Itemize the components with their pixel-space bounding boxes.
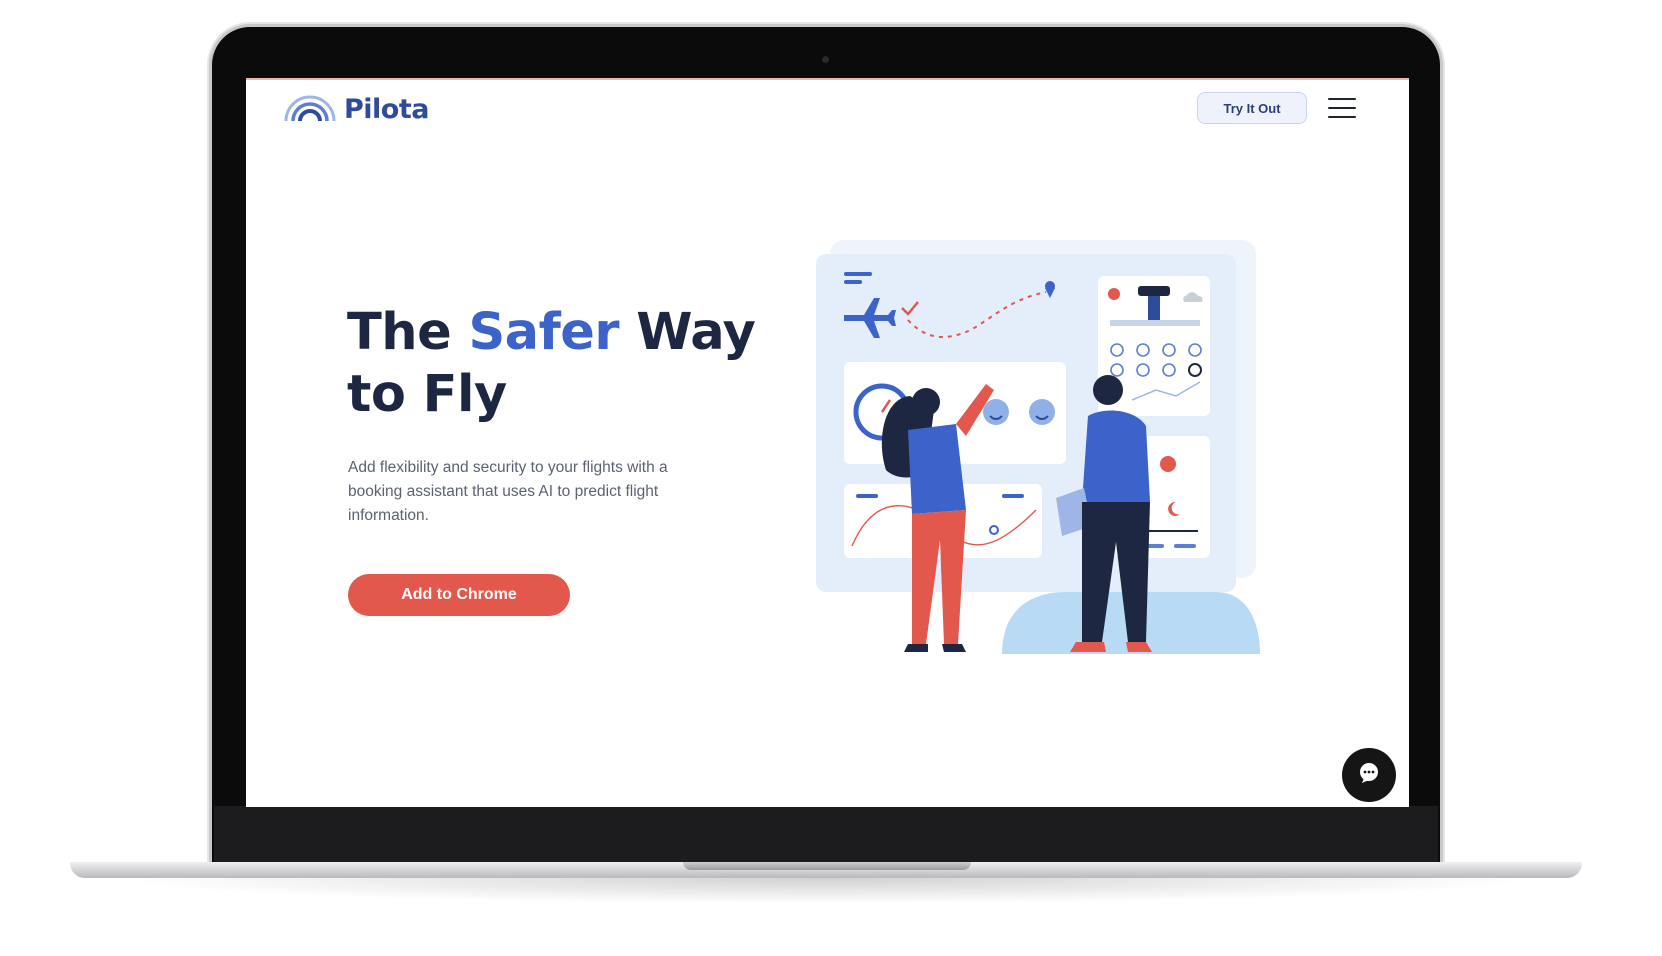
laptop-notch <box>683 862 971 870</box>
menu-icon[interactable] <box>1328 98 1356 120</box>
browser-viewport: Pilota Try It Out The Safer Way to Fly A… <box>246 78 1409 807</box>
chat-button[interactable] <box>1342 748 1396 802</box>
hero-illustration <box>816 240 1286 670</box>
logo-text: Pilota <box>344 94 429 125</box>
add-to-chrome-button[interactable]: Add to Chrome <box>348 574 570 616</box>
laptop-chin <box>214 806 1438 862</box>
hero-title-accent: Safer <box>468 303 620 362</box>
camera-dot <box>822 56 829 63</box>
try-it-out-button[interactable]: Try It Out <box>1197 92 1307 124</box>
rainbow-logo-icon <box>282 95 338 125</box>
hero-title: The Safer Way to Fly <box>347 303 756 424</box>
chat-icon <box>1358 762 1380 789</box>
hero-description: Add flexibility and security to your fli… <box>348 459 668 524</box>
laptop-shadow <box>110 878 1540 904</box>
site-logo[interactable]: Pilota <box>282 94 429 125</box>
